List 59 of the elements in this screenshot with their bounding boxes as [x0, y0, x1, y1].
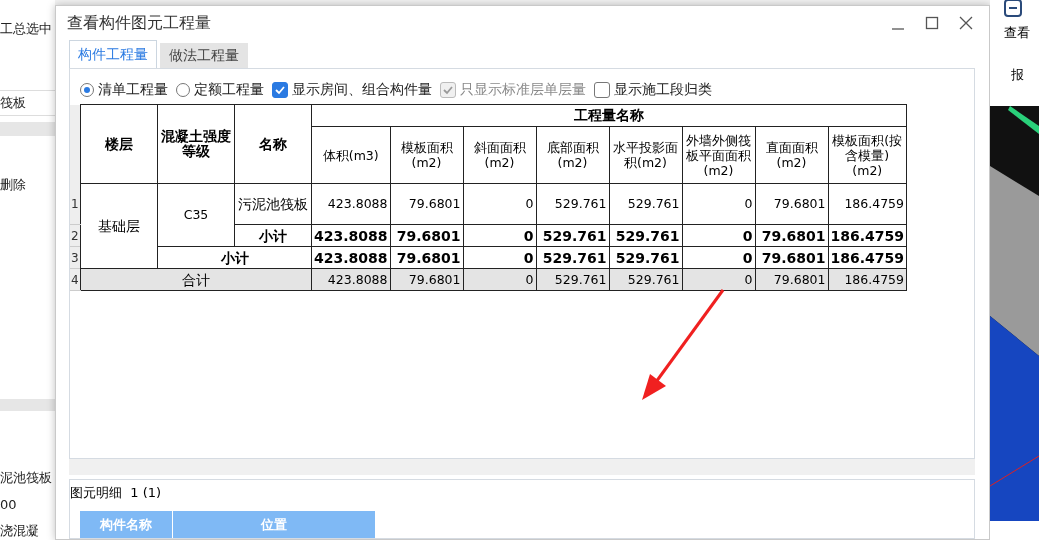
option-label: 显示房间、组合构件量	[292, 81, 432, 100]
option-label: 显示施工段归类	[614, 81, 712, 100]
toolbar-label[interactable]: 报	[1011, 66, 1039, 84]
table-cell: 小计	[157, 246, 312, 269]
option-label: 只显示标准层单层量	[460, 81, 586, 100]
column-header: 斜面面积(m2)	[463, 126, 536, 184]
row-number: 2	[70, 224, 81, 247]
radio-button[interactable]	[176, 83, 190, 98]
column-header: 工程量名称	[311, 104, 907, 127]
table-cell: 529.761	[536, 183, 609, 225]
window-title: 查看构件图元工程量	[67, 12, 212, 34]
option-label: 定额工程量	[194, 81, 264, 100]
checkbox[interactable]	[594, 82, 610, 99]
column-header: 模板面积(按含模量)(m2)	[828, 126, 907, 184]
table-cell: C35	[157, 183, 235, 247]
close-icon	[959, 16, 973, 31]
maximize-icon	[925, 16, 939, 31]
tab[interactable]: 构件工程量	[69, 40, 157, 69]
column-header: 位置	[173, 511, 376, 538]
check-icon	[274, 84, 286, 97]
option-label: 清单工程量	[98, 81, 168, 100]
row-number: 3	[70, 246, 81, 269]
tab[interactable]: 做法工程量	[160, 43, 248, 69]
toolbar-label[interactable]: 工总选中	[0, 20, 55, 38]
property-value: 00	[0, 497, 18, 512]
column-header: 模板面积(m2)	[390, 126, 463, 184]
toolbar-label[interactable]: 查看	[1004, 24, 1039, 42]
table-cell: 79.6801	[390, 183, 463, 225]
column-header: 名称	[234, 104, 312, 184]
check-icon	[442, 84, 454, 97]
table-cell: 186.4759	[828, 183, 907, 225]
table-cell: 污泥池筏板	[234, 183, 312, 225]
table-cell: 基础层	[80, 183, 158, 269]
column-header: 底部面积(m2)	[536, 126, 609, 184]
row-number: 1	[70, 183, 81, 225]
table-cell: 0	[682, 183, 755, 225]
document-icon	[1004, 0, 1024, 18]
column-header: 混凝土强度等级	[157, 104, 235, 184]
column-header: 外墙外侧筏板平面面积(m2)	[682, 126, 755, 184]
property-value: 泥池筏板	[0, 469, 53, 487]
column-header: 体积(m3)	[311, 126, 390, 184]
table-cell: 423.8088	[311, 183, 390, 225]
section-header-bar	[0, 122, 55, 136]
column-header: 水平投影面积(m2)	[609, 126, 682, 184]
minimize-icon	[892, 28, 904, 31]
checkbox[interactable]	[272, 82, 288, 99]
column-header: 构件名称	[80, 511, 173, 538]
panel-title: 图元明细 1 (1)	[70, 484, 163, 502]
section-header-bar	[0, 399, 55, 411]
table-cell: 79.6801	[755, 183, 828, 225]
table-cell: 合计	[80, 268, 312, 291]
column-header: 楼层	[80, 104, 158, 184]
table-cell: 529.761	[609, 183, 682, 225]
table-cell: 0	[463, 183, 536, 225]
column-header: 直面面积(m2)	[755, 126, 828, 184]
radio-button[interactable]	[80, 83, 94, 98]
property-value: 浇混凝	[0, 522, 40, 540]
row-number: 4	[70, 268, 81, 291]
delete-button[interactable]: 删除	[0, 176, 55, 194]
